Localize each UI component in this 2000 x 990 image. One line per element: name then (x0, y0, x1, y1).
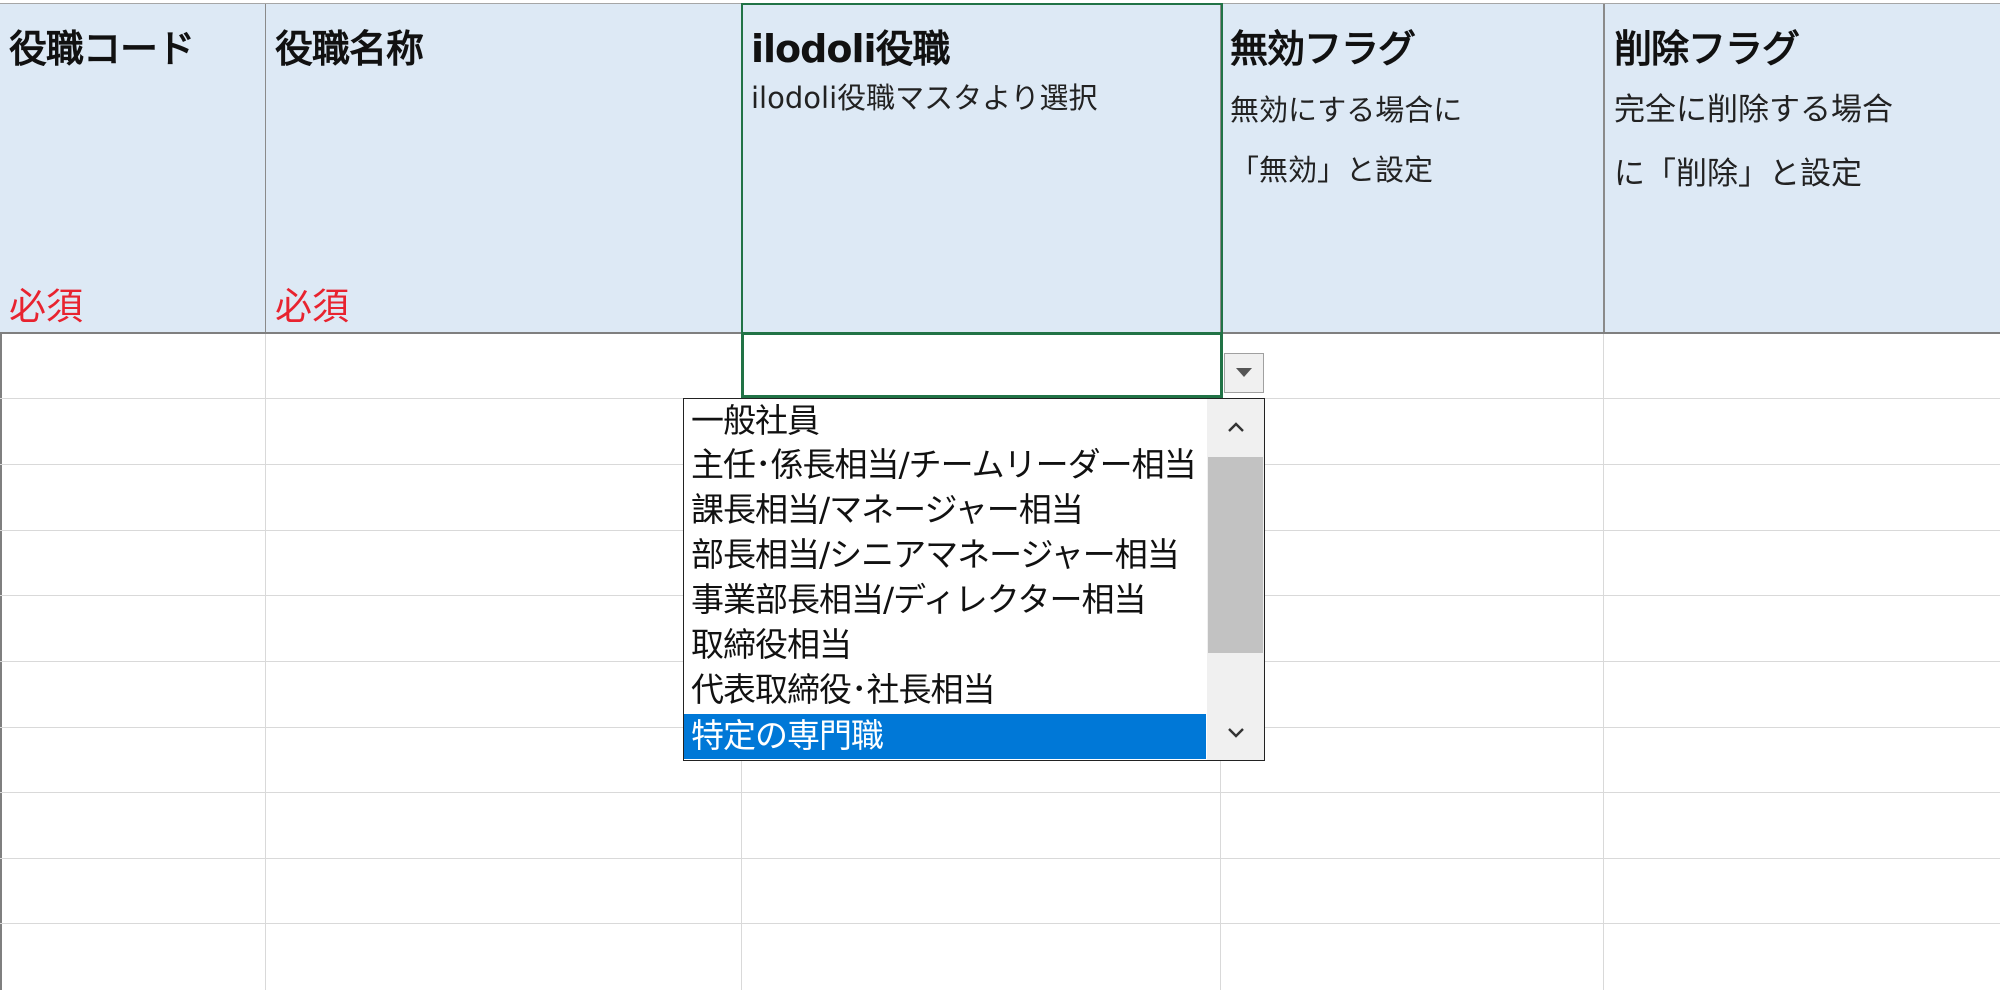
dropdown-button[interactable] (1224, 353, 1264, 393)
active-cell-ilodoli-position[interactable] (741, 332, 1223, 398)
dropdown-option[interactable]: 事業部長相当/ディレクター相当 (684, 578, 1206, 623)
header-title: 無効フラグ (1230, 27, 1416, 71)
cell[interactable] (1265, 334, 1603, 398)
chevron-down-icon (1227, 727, 1244, 738)
dropdown-option[interactable]: 代表取締役･社長相当 (684, 668, 1206, 713)
header-description-line: に「削除」と設定 (1614, 156, 1862, 192)
header-description: 無効にする場合に 「無効」と設定 (1230, 80, 1462, 200)
dropdown-scrollbar[interactable] (1207, 399, 1264, 760)
scroll-up-button[interactable] (1207, 399, 1264, 454)
header-title: 削除フラグ (1614, 27, 1800, 71)
row-line (0, 792, 2000, 793)
scroll-down-button[interactable] (1207, 705, 1264, 760)
column-line (1603, 334, 1604, 990)
header-cell-position-code[interactable]: 役職コード 必須 (0, 4, 266, 333)
header-description: 完全に削除する場合 に「削除」と設定 (1614, 78, 1893, 206)
header-description-line: 無効にする場合に (1230, 93, 1463, 127)
header-divider (265, 4, 266, 333)
dropdown-list[interactable]: 一般社員 主任･係長相当/チームリーダー相当 課長相当/マネージャー相当 部長相… (683, 398, 1265, 761)
sheet-left-border (0, 334, 2, 990)
dropdown-option[interactable]: 一般社員 (684, 399, 1206, 444)
column-line (265, 334, 266, 990)
dropdown-option[interactable]: 取締役相当 (684, 623, 1206, 668)
header-divider (1603, 4, 1604, 333)
required-label: 必須 (275, 285, 349, 328)
spreadsheet: 役職コード 必須 役職名称 必須 ilodoli役職 ilodoli役職マスタよ… (0, 0, 2000, 990)
header-cell-delete-flag[interactable]: 削除フラグ 完全に削除する場合 に「削除」と設定 (1605, 4, 2000, 333)
cell[interactable] (2, 334, 265, 398)
chevron-up-icon (1227, 421, 1244, 432)
header-title: 役職コード (9, 27, 195, 71)
row-line (0, 858, 2000, 859)
required-label: 必須 (9, 285, 83, 328)
dropdown-option[interactable]: 課長相当/マネージャー相当 (684, 488, 1206, 533)
header-description-line: 「無効」と設定 (1230, 153, 1434, 187)
dropdown-option[interactable]: 部長相当/シニアマネージャー相当 (684, 533, 1206, 578)
dropdown-option[interactable]: 主任･係長相当/チームリーダー相当 (684, 443, 1206, 488)
header-title: 役職名称 (275, 27, 424, 71)
triangle-down-icon (1236, 368, 1252, 377)
header-cell-position-name[interactable]: 役職名称 必須 (266, 4, 742, 333)
row-line (0, 923, 2000, 924)
active-column-header-highlight (741, 3, 1223, 333)
scrollbar-thumb[interactable] (1208, 457, 1263, 653)
dropdown-option-selected[interactable]: 特定の専門職 (684, 714, 1206, 759)
header-cell-invalid-flag[interactable]: 無効フラグ 無効にする場合に 「無効」と設定 (1221, 4, 1605, 333)
cell[interactable] (266, 334, 741, 398)
cell[interactable] (1604, 334, 2000, 398)
header-description-line: 完全に削除する場合 (1614, 92, 1893, 128)
